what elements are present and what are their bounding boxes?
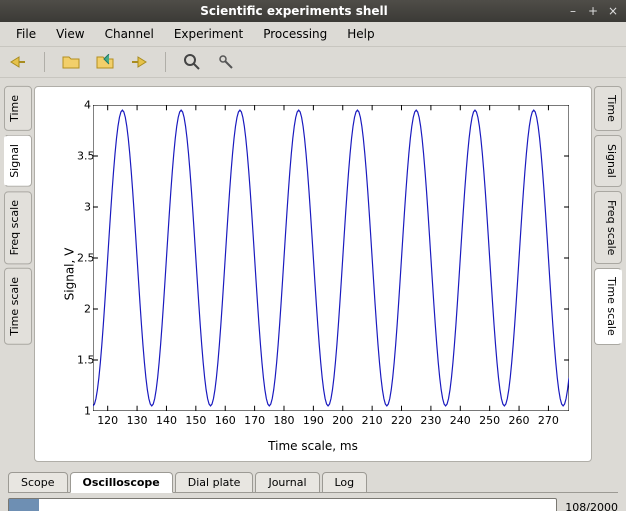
export-button[interactable] [127,50,151,74]
menu-view[interactable]: View [46,24,94,44]
tool-icon [218,54,234,70]
tab-scope[interactable]: Scope [8,472,68,493]
app-icon [6,4,20,18]
x-tick-label: 250 [479,414,500,427]
y-tick-label: 1 [77,405,91,418]
progress-bar [8,498,557,511]
left-tab-time-scale[interactable]: Time scale [4,268,32,345]
tab-journal[interactable]: Journal [255,472,319,493]
bottom-tabs: ScopeOscilloscopeDial plateJournalLog [0,468,626,492]
y-tick-label: 3 [77,201,91,214]
menu-experiment[interactable]: Experiment [164,24,253,44]
right-tab-signal[interactable]: Signal [594,135,622,187]
left-tab-signal[interactable]: Signal [4,135,32,187]
main-content: Time Signal Freq scale Time scale Signal, V… [0,78,626,468]
menu-processing[interactable]: Processing [253,24,337,44]
toolbar-separator [165,52,166,72]
y-tick-label: 2.5 [77,252,91,265]
x-tick-label: 120 [97,414,118,427]
right-tab-time[interactable]: Time [594,86,622,131]
tab-oscilloscope[interactable]: Oscilloscope [70,472,173,493]
window-minimize-button[interactable]: – [566,4,580,18]
export-icon [130,55,148,69]
y-axis-label: Signal, V [62,248,76,301]
x-tick-label: 170 [244,414,265,427]
progress-row: 108/2000 [0,493,626,511]
import-icon [96,54,114,70]
y-tick-label: 4 [77,99,91,112]
menu-file[interactable]: File [6,24,46,44]
x-tick-label: 210 [362,414,383,427]
tab-log[interactable]: Log [322,472,368,493]
chart-svg [93,105,569,411]
x-tick-label: 260 [509,414,530,427]
x-tick-label: 230 [420,414,441,427]
measure-button[interactable] [214,50,238,74]
left-tab-freq-scale[interactable]: Freq scale [4,191,32,264]
window-maximize-button[interactable]: + [586,4,600,18]
toolbar [0,47,626,78]
x-tick-label: 270 [538,414,559,427]
right-tab-time-scale[interactable]: Time scale [594,268,622,345]
left-tab-time[interactable]: Time [4,86,32,131]
x-tick-label: 140 [156,414,177,427]
menubar: FileViewChannelExperimentProcessingHelp [0,22,626,47]
x-tick-label: 180 [273,414,294,427]
x-tick-label: 150 [185,414,206,427]
open-file-button[interactable] [59,50,83,74]
open-folder-icon [62,54,80,70]
x-tick-label: 240 [450,414,471,427]
window-titlebar: Scientific experiments shell – + × [0,0,626,22]
toolbar-separator [44,52,45,72]
progress-text: 108/2000 [561,501,618,511]
import-button[interactable] [93,50,117,74]
chart-area[interactable] [93,105,569,411]
right-side-tabs: Time Signal Freq scale Time scale [594,86,622,345]
right-tab-freq-scale[interactable]: Freq scale [594,191,622,264]
left-side-tabs: Time Signal Freq scale Time scale [4,86,32,345]
x-tick-label: 160 [215,414,236,427]
zoom-icon [184,54,200,70]
window-close-button[interactable]: × [606,4,620,18]
x-tick-label: 130 [127,414,148,427]
x-axis-label: Time scale, ms [45,439,581,453]
y-tick-label: 3.5 [77,150,91,163]
x-tick-label: 220 [391,414,412,427]
x-tick-label: 190 [303,414,324,427]
menu-help[interactable]: Help [337,24,384,44]
y-tick-label: 2 [77,303,91,316]
progress-fill [9,499,39,511]
zoom-button[interactable] [180,50,204,74]
y-tick-label: 1.5 [77,354,91,367]
back-icon [9,55,27,69]
plot-panel: Signal, V Time scale, ms 1 1.5 2 2.5 3 3.5 4 1… [34,86,592,462]
back-button[interactable] [6,50,30,74]
x-tick-label: 200 [332,414,353,427]
window-title: Scientific experiments shell [28,4,560,18]
tab-dial-plate[interactable]: Dial plate [175,472,254,493]
menu-channel[interactable]: Channel [95,24,164,44]
